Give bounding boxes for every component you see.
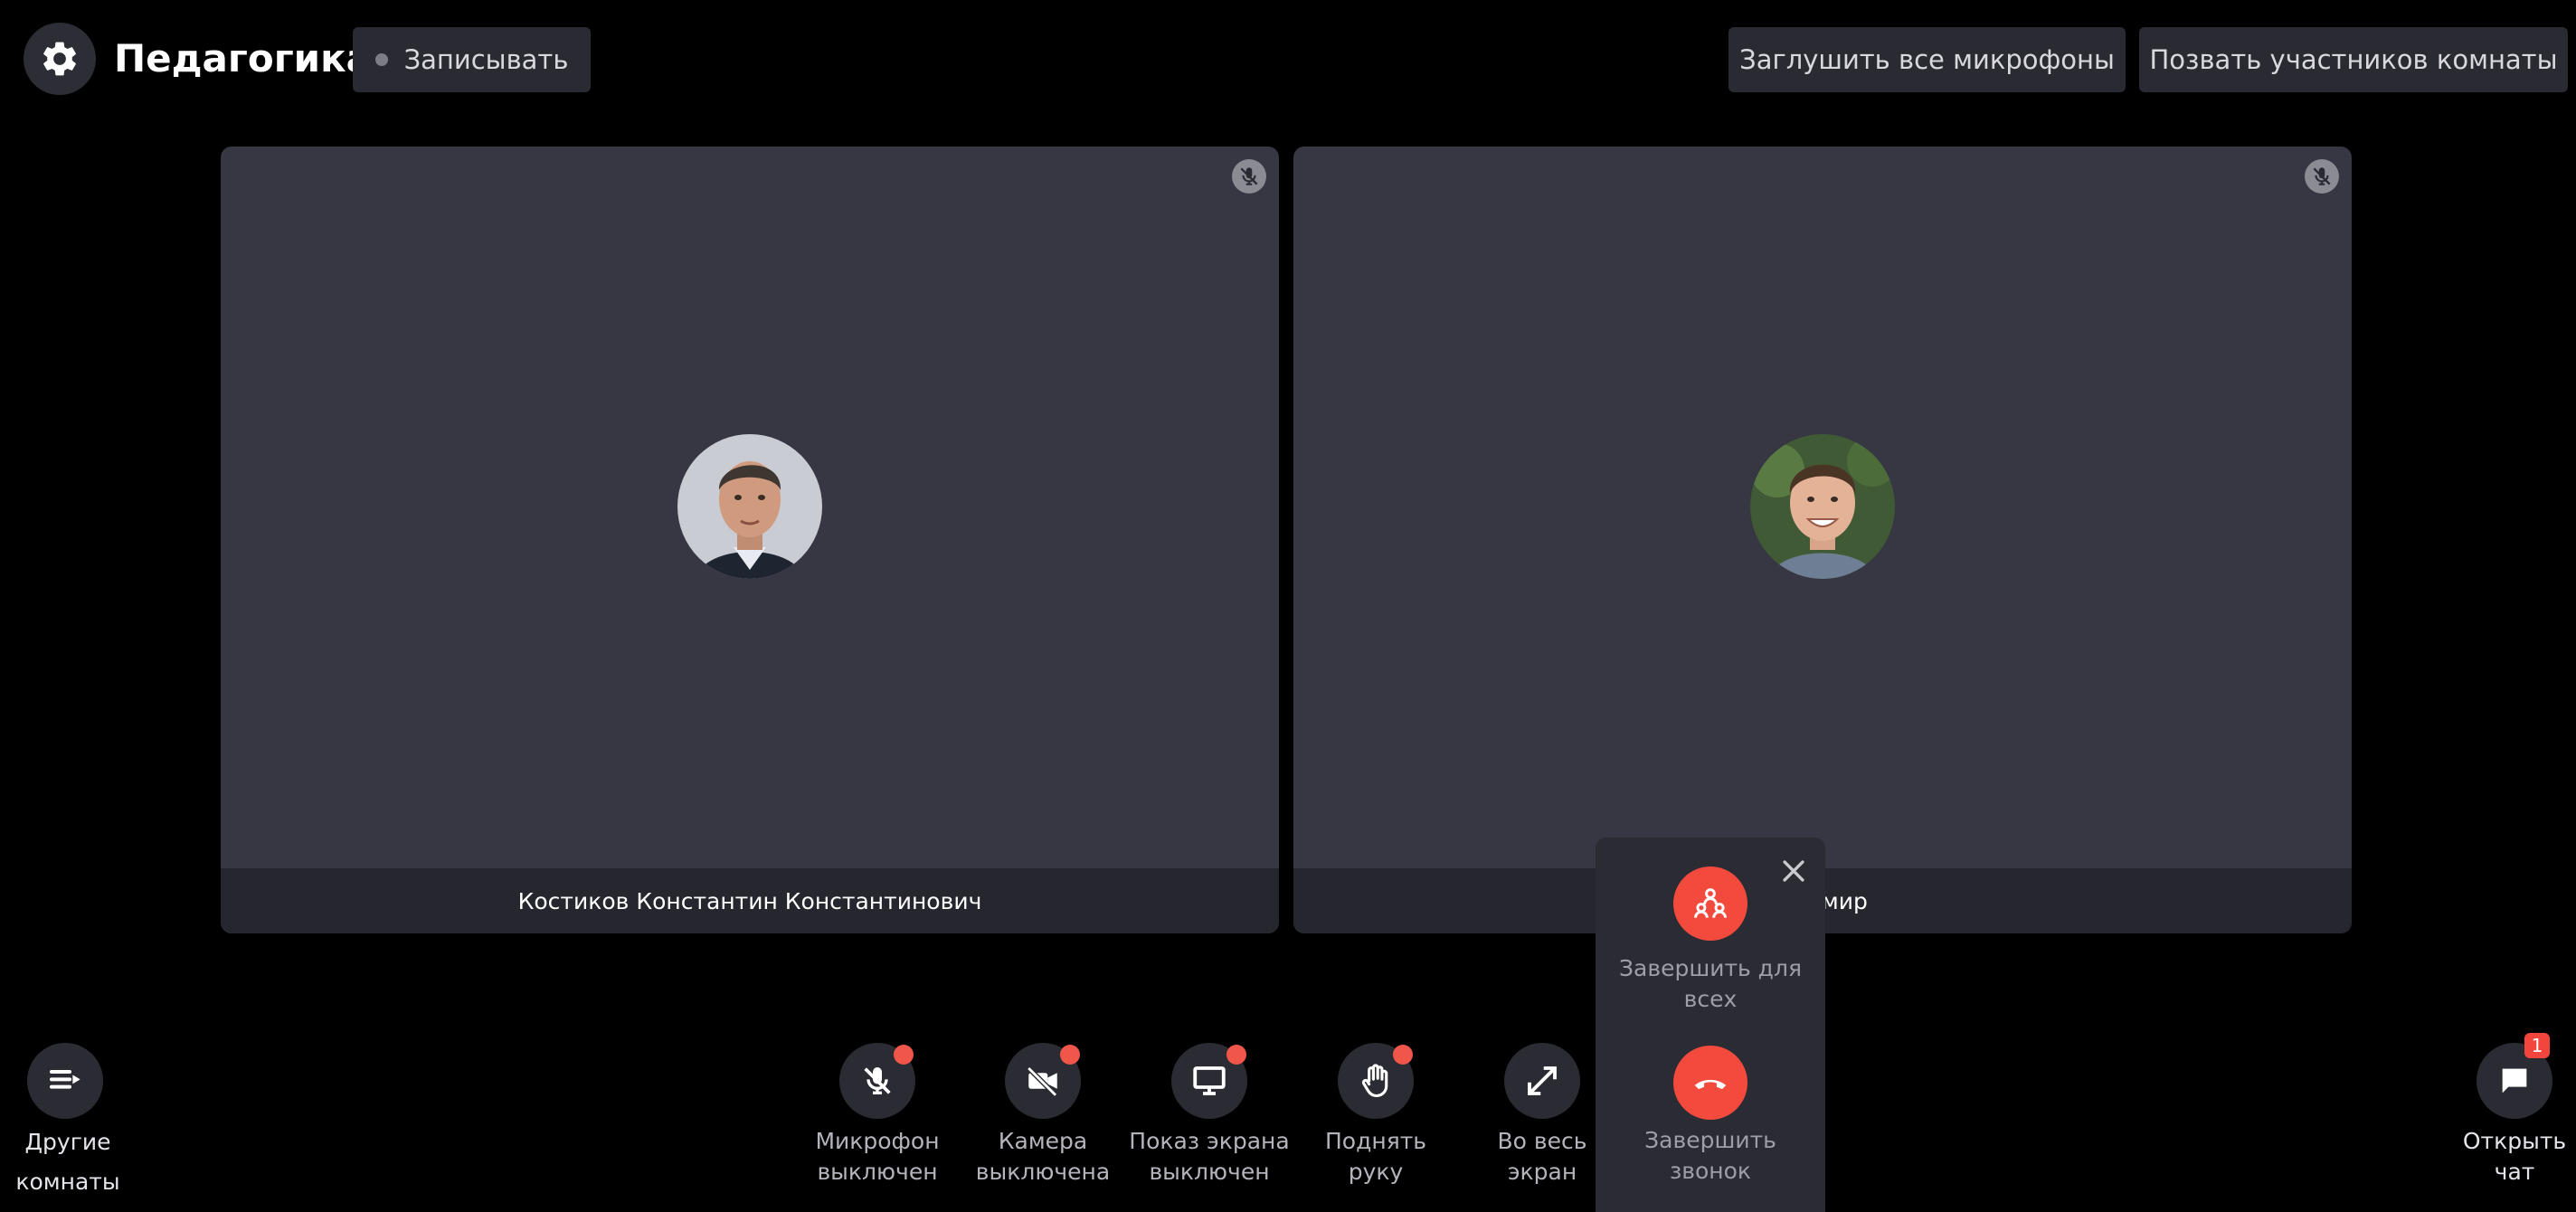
expand-icon [1528, 1066, 1557, 1095]
hand-icon [1361, 1064, 1388, 1098]
mic-indicator [894, 1045, 914, 1065]
room-title: Педагогика [114, 36, 372, 80]
end-call-popup: Завершить для всех Завершить звонок [1596, 838, 1825, 1212]
gear-icon [43, 42, 76, 76]
hand-indicator [1393, 1045, 1413, 1065]
group-icon [1694, 888, 1727, 918]
call-participants-button[interactable]: Позвать участников комнаты [2139, 27, 2568, 92]
end-for-all-button[interactable] [1673, 866, 1747, 941]
fullscreen-button[interactable] [1504, 1043, 1580, 1119]
microphone-label: Микрофон выключен [815, 1128, 940, 1185]
avatar [1750, 434, 1895, 579]
end-call-button[interactable] [1673, 1046, 1747, 1120]
avatar [677, 434, 822, 579]
chat-icon [2502, 1068, 2527, 1094]
record-button[interactable]: Записывать [353, 27, 591, 92]
camera-off-icon [1027, 1066, 1057, 1097]
participant-name: Костиков Константин Константинович [221, 868, 1279, 933]
participant-tile[interactable]: Костиков Константин Константинович [221, 147, 1279, 933]
monitor-icon [1193, 1066, 1226, 1095]
close-icon[interactable] [1778, 856, 1809, 886]
mic-off-icon [2305, 159, 2339, 194]
participant-tile[interactable]: адимир [1293, 147, 2352, 933]
record-dot-icon [374, 53, 388, 66]
camera-indicator [1060, 1045, 1080, 1065]
mute-all-button[interactable]: Заглушить все микрофоны [1728, 27, 2126, 92]
camera-label: Камера выключена [975, 1128, 1111, 1185]
mic-off-icon [1232, 159, 1266, 194]
other-rooms-label: Другие комнаты [15, 1129, 120, 1195]
end-for-all-label: Завершить для всех [1618, 955, 1802, 1012]
fullscreen-label: Во весь экран [1497, 1128, 1587, 1185]
hang-up-icon [1694, 1079, 1727, 1090]
screen-share-label: Показ экрана выключен [1129, 1128, 1290, 1185]
unread-badge: 1 [2524, 1033, 2550, 1058]
mic-off-icon [864, 1067, 891, 1094]
screen-indicator [1226, 1045, 1246, 1065]
end-call-label: Завершить звонок [1644, 1127, 1776, 1184]
settings-button[interactable] [24, 23, 96, 95]
record-label: Записывать [403, 44, 569, 75]
rooms-list-icon [50, 1070, 80, 1089]
open-chat-label: Открыть чат [2462, 1128, 2567, 1185]
other-rooms-button[interactable] [27, 1043, 103, 1119]
raise-hand-label: Поднять руку [1324, 1128, 1427, 1185]
